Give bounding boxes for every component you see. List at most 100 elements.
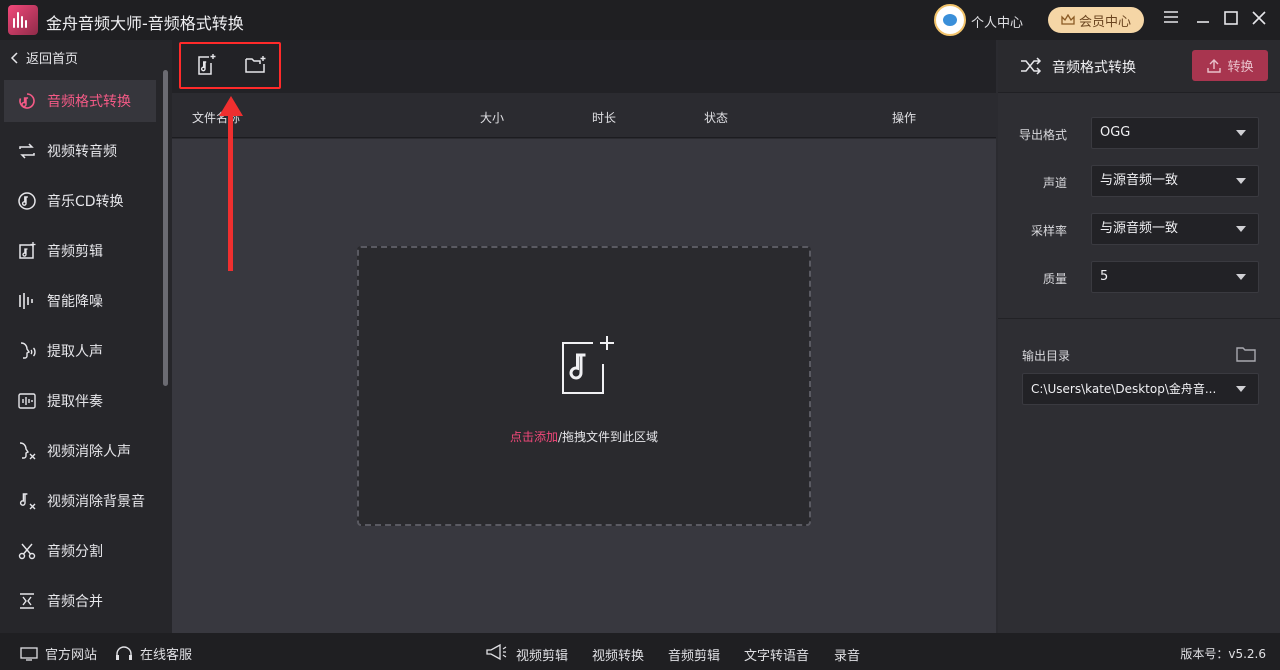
sidebar-item-label: 智能降噪 [47, 294, 103, 310]
column-duration: 时长 [592, 111, 617, 125]
channel-value: 与源音频一致 [1100, 173, 1179, 188]
toolbar [172, 40, 996, 93]
chevron-left-icon [10, 51, 18, 64]
footer-link-audio-edit[interactable]: 音频剪辑 [668, 645, 720, 664]
sidebar-item-audio-convert[interactable]: 音频格式转换 [4, 80, 156, 122]
column-actions: 操作 [892, 111, 917, 125]
export-format-label: 导出格式 [1018, 128, 1067, 142]
back-home-label: 返回首页 [26, 52, 79, 67]
folder-icon[interactable] [1236, 346, 1256, 362]
chevron-down-icon [1236, 386, 1246, 392]
online-support-label: 在线客服 [140, 648, 193, 663]
column-status: 状态 [704, 111, 729, 125]
chevron-down-icon [1236, 130, 1246, 136]
title-bar: 金舟音频大师-音频格式转换 个人中心 会员中心 [0, 0, 1280, 40]
app-logo [8, 5, 38, 35]
sample-rate-select[interactable]: 与源音频一致 [1091, 213, 1259, 245]
quality-label: 质量 [1042, 272, 1067, 286]
app-title: 金舟音频大师-音频格式转换 [46, 14, 244, 33]
export-format-value: OGG [1100, 125, 1131, 140]
sidebar-item-label: 音乐CD转换 [47, 194, 124, 210]
footer-link-text-to-speech[interactable]: 文字转语音 [744, 645, 809, 664]
megaphone-icon [486, 643, 507, 661]
music-cd-icon [16, 190, 38, 212]
sidebar-item-video-to-audio[interactable]: 视频转音频 [4, 130, 156, 172]
click-add-link[interactable]: 点击添加 [510, 430, 558, 444]
sidebar-item-audio-cut[interactable]: 音频剪辑 [4, 230, 156, 272]
vip-center-label: 会员中心 [1078, 14, 1131, 30]
drop-hint: 点击添加/拖拽文件到此区域 [359, 428, 809, 445]
drop-zone[interactable]: 点击添加/拖拽文件到此区域 [357, 246, 811, 526]
sidebar-item-extract-voice[interactable]: 提取人声 [4, 330, 156, 372]
monitor-icon [20, 646, 38, 661]
toolbar-highlight-box [179, 42, 281, 89]
output-dir-label: 输出目录 [1022, 349, 1071, 363]
footer-link-video-edit[interactable]: 视频剪辑 [516, 645, 568, 664]
sidebar-item-label: 视频消除背景音 [47, 494, 145, 510]
footer-link-record[interactable]: 录音 [834, 645, 860, 664]
quality-value: 5 [1100, 269, 1109, 284]
sample-rate-label: 采样率 [1030, 224, 1067, 238]
sidebar-item-label: 音频剪辑 [47, 244, 103, 260]
sidebar-item-audio-merge[interactable]: 音频合并 [4, 580, 156, 622]
maximize-icon[interactable] [1222, 10, 1240, 28]
sidebar-item-video-remove-bg[interactable]: 视频消除背景音 [4, 480, 156, 522]
version-text: 版本号：v5.2.6 [1180, 647, 1266, 661]
online-support-link[interactable]: 在线客服 [115, 644, 192, 663]
sidebar-item-label: 音频格式转换 [47, 94, 131, 110]
file-table-header: 文件名称 大小 时长 状态 操作 [172, 93, 996, 138]
sidebar-item-audio-split[interactable]: 音频分割 [4, 530, 156, 572]
export-format-select[interactable]: OGG [1091, 117, 1259, 149]
official-website-label: 官方网站 [45, 648, 98, 663]
footer-link-video-convert[interactable]: 视频转换 [592, 645, 644, 664]
channel-label: 声道 [1042, 176, 1067, 190]
panel-divider [998, 318, 1280, 319]
remove-voice-icon [16, 440, 38, 462]
sidebar-scrollbar[interactable] [163, 70, 168, 386]
sidebar: 返回首页 音频格式转换 视频转音频 音乐CD转换 音频剪辑 智能降噪 提取人声 … [0, 40, 172, 633]
chevron-down-icon [1236, 178, 1246, 184]
sidebar-item-label: 提取人声 [47, 344, 103, 360]
chevron-down-icon [1236, 274, 1246, 280]
merge-icon [16, 590, 38, 612]
audio-cut-icon [16, 240, 38, 262]
back-home-button[interactable]: 返回首页 [10, 48, 78, 67]
loop-icon [16, 140, 38, 162]
panel-title: 音频格式转换 [1052, 60, 1136, 76]
sidebar-item-music-cd[interactable]: 音乐CD转换 [4, 180, 156, 222]
close-icon[interactable] [1250, 10, 1268, 28]
avatar[interactable] [934, 4, 966, 36]
sidebar-item-extract-accompaniment[interactable]: 提取伴奏 [4, 380, 156, 422]
output-dir-select[interactable]: C:\Users\kate\Desktop\金舟音... [1022, 373, 1259, 405]
column-size: 大小 [480, 111, 505, 125]
sidebar-item-label: 视频转音频 [47, 144, 117, 160]
output-dir-value: C:\Users\kate\Desktop\金舟音... [1031, 382, 1217, 396]
minimize-icon[interactable] [1194, 10, 1212, 28]
sidebar-item-label: 提取伴奏 [47, 394, 103, 410]
sidebar-item-label: 视频消除人声 [47, 444, 131, 460]
crown-icon [1061, 14, 1075, 25]
official-website-link[interactable]: 官方网站 [20, 644, 97, 663]
sidebar-item-noise-reduce[interactable]: 智能降噪 [4, 280, 156, 322]
annotation-arrow-line [228, 113, 233, 271]
convert-label: 转换 [1227, 60, 1254, 75]
noise-reduce-icon [16, 290, 38, 312]
scissors-icon [16, 540, 38, 562]
voice-icon [16, 340, 38, 362]
menu-icon[interactable] [1162, 10, 1180, 28]
drag-hint-text: /拖拽文件到此区域 [557, 430, 659, 444]
headset-icon [116, 645, 132, 660]
footer-bar: 官方网站 在线客服 视频剪辑 视频转换 音频剪辑 文字转语音 录音 版本号：v5… [0, 633, 1280, 670]
audio-convert-icon [16, 90, 38, 112]
waveform-icon [16, 390, 38, 412]
channel-select[interactable]: 与源音频一致 [1091, 165, 1259, 197]
vip-center-button[interactable]: 会员中心 [1048, 7, 1144, 33]
convert-button[interactable]: 转换 [1192, 50, 1268, 81]
sidebar-item-label: 音频合并 [47, 594, 103, 610]
upload-icon [1207, 58, 1222, 73]
remove-bg-audio-icon [16, 490, 38, 512]
sidebar-item-video-remove-voice[interactable]: 视频消除人声 [4, 430, 156, 472]
quality-select[interactable]: 5 [1091, 261, 1259, 293]
chevron-down-icon [1236, 226, 1246, 232]
user-center-link[interactable]: 个人中心 [971, 12, 1023, 31]
